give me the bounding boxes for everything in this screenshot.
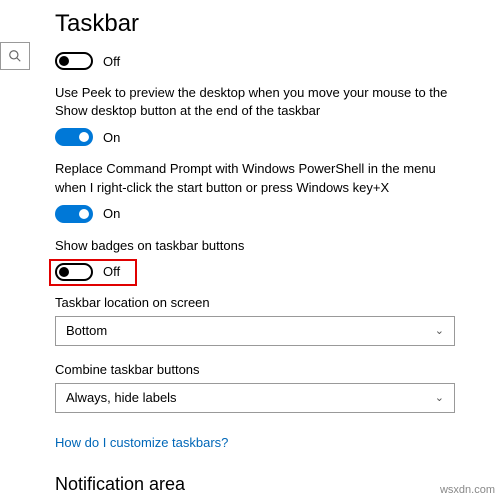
taskbar-location-value: Bottom — [66, 323, 107, 338]
peek-description: Use Peek to preview the desktop when you… — [55, 84, 455, 120]
powershell-setting: Replace Command Prompt with Windows Powe… — [55, 160, 473, 222]
taskbar-location-select[interactable]: Bottom ⌄ — [55, 316, 455, 346]
chevron-down-icon: ⌄ — [435, 391, 444, 404]
powershell-toggle-label: On — [103, 206, 120, 221]
badges-toggle-label: Off — [103, 264, 120, 279]
chevron-down-icon: ⌄ — [435, 324, 444, 337]
watermark: wsxdn.com — [440, 484, 495, 496]
help-link[interactable]: How do I customize taskbars? — [55, 435, 228, 450]
top-toggle-row: Off — [55, 52, 473, 70]
badges-setting: Show badges on taskbar buttons Off — [55, 237, 473, 281]
powershell-toggle[interactable] — [55, 205, 93, 223]
combine-buttons-value: Always, hide labels — [66, 390, 177, 405]
page-title: Taskbar — [55, 10, 473, 38]
top-toggle[interactable] — [55, 52, 93, 70]
peek-toggle[interactable] — [55, 128, 93, 146]
combine-buttons-select[interactable]: Always, hide labels ⌄ — [55, 383, 455, 413]
peek-setting: Use Peek to preview the desktop when you… — [55, 84, 473, 146]
badges-description: Show badges on taskbar buttons — [55, 237, 455, 255]
taskbar-location-label: Taskbar location on screen — [55, 295, 473, 310]
search-icon — [8, 49, 22, 63]
badges-toggle[interactable] — [55, 263, 93, 281]
settings-panel: Taskbar Off Use Peek to preview the desk… — [55, 10, 473, 495]
notification-area-heading: Notification area — [55, 474, 473, 495]
search-box[interactable] — [0, 42, 30, 70]
peek-toggle-label: On — [103, 130, 120, 145]
top-toggle-label: Off — [103, 54, 120, 69]
combine-buttons-label: Combine taskbar buttons — [55, 362, 473, 377]
powershell-description: Replace Command Prompt with Windows Powe… — [55, 160, 455, 196]
